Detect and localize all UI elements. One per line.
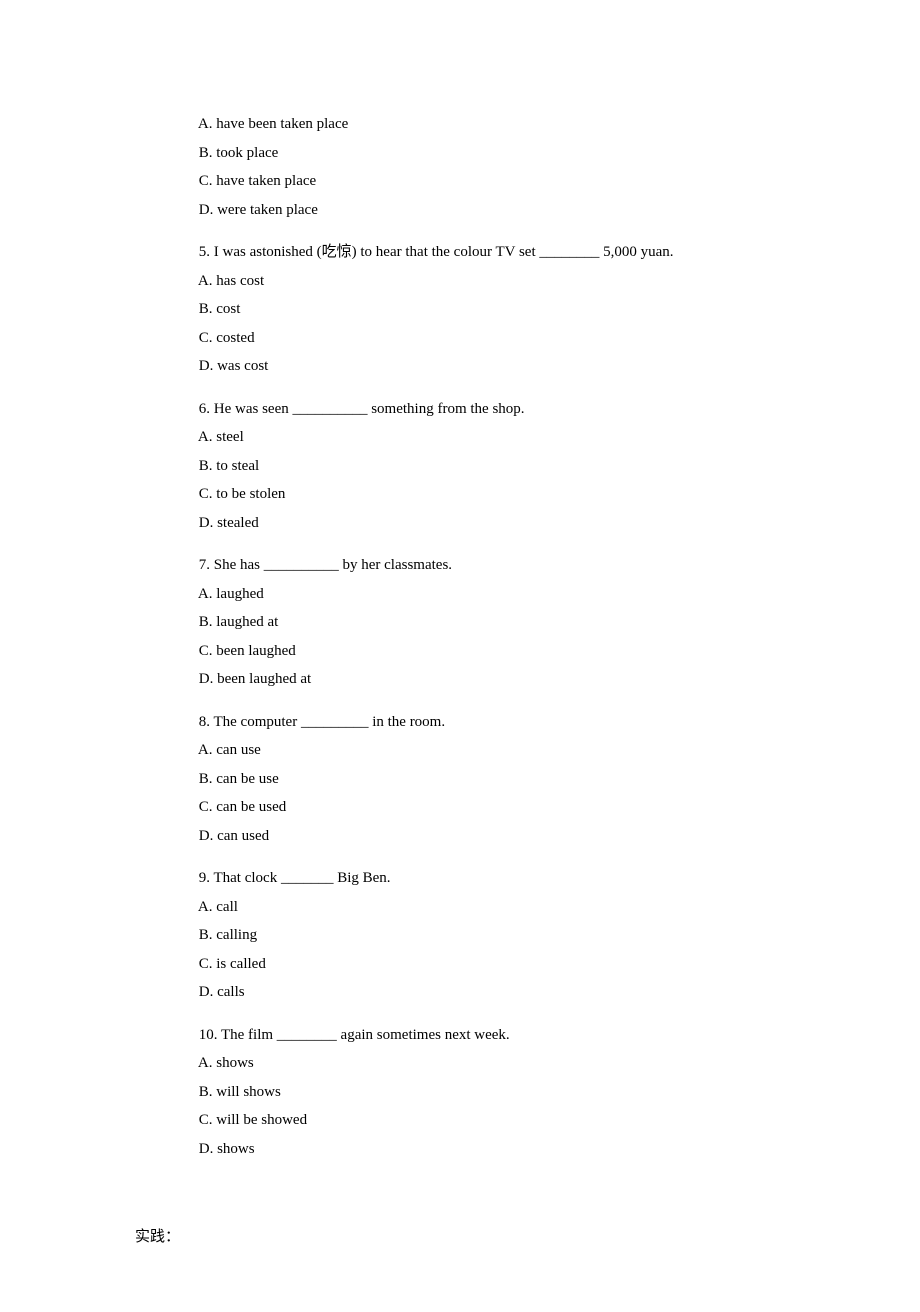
q8-stem: 8. The computer _________ in the room. [195, 708, 820, 737]
q7-option-a: A. laughed [195, 580, 820, 609]
q5-option-a: A. has cost [195, 267, 820, 296]
q8-option-a: A. can use [195, 736, 820, 765]
q9-option-b: B. calling [195, 921, 820, 950]
question-8: 8. The computer _________ in the room. A… [195, 708, 820, 851]
q10-option-b: B. will shows [195, 1078, 820, 1107]
q6-option-c: C. to be stolen [195, 480, 820, 509]
q9-option-a: A. call [195, 893, 820, 922]
q10-option-a: A. shows [195, 1049, 820, 1078]
q9-stem: 9. That clock _______ Big Ben. [195, 864, 820, 893]
q5-option-d: D. was cost [195, 352, 820, 381]
q10-stem: 10. The film ________ again sometimes ne… [195, 1021, 820, 1050]
question-5: 5. I was astonished (吃惊) to hear that th… [195, 238, 820, 381]
q5-option-c: C. costed [195, 324, 820, 353]
q7-option-b: B. laughed at [195, 608, 820, 637]
q8-option-d: D. can used [195, 822, 820, 851]
question-10: 10. The film ________ again sometimes ne… [195, 1021, 820, 1164]
question-4-options: A. have been taken place B. took place C… [195, 110, 820, 224]
q7-stem: 7. She has __________ by her classmates. [195, 551, 820, 580]
q9-option-d: D. calls [195, 978, 820, 1007]
q9-option-c: C. is called [195, 950, 820, 979]
q4-option-b: B. took place [195, 139, 820, 168]
q4-option-a: A. have been taken place [195, 110, 820, 139]
q8-option-b: B. can be use [195, 765, 820, 794]
q5-option-b: B. cost [195, 295, 820, 324]
question-6: 6. He was seen __________ something from… [195, 395, 820, 538]
question-7: 7. She has __________ by her classmates.… [195, 551, 820, 694]
q5-stem: 5. I was astonished (吃惊) to hear that th… [195, 238, 820, 267]
q4-option-d: D. were taken place [195, 196, 820, 225]
q6-option-a: A. steel [195, 423, 820, 452]
q10-option-d: D. shows [195, 1135, 820, 1164]
question-9: 9. That clock _______ Big Ben. A. call B… [195, 864, 820, 1007]
q6-stem: 6. He was seen __________ something from… [195, 395, 820, 424]
q6-option-d: D. stealed [195, 509, 820, 538]
q7-option-c: C. been laughed [195, 637, 820, 666]
q6-option-b: B. to steal [195, 452, 820, 481]
q10-option-c: C. will be showed [195, 1106, 820, 1135]
section-label-practice: 实践： [135, 1223, 820, 1252]
q8-option-c: C. can be used [195, 793, 820, 822]
q7-option-d: D. been laughed at [195, 665, 820, 694]
q4-option-c: C. have taken place [195, 167, 820, 196]
page-content: A. have been taken place B. took place C… [0, 0, 920, 1312]
